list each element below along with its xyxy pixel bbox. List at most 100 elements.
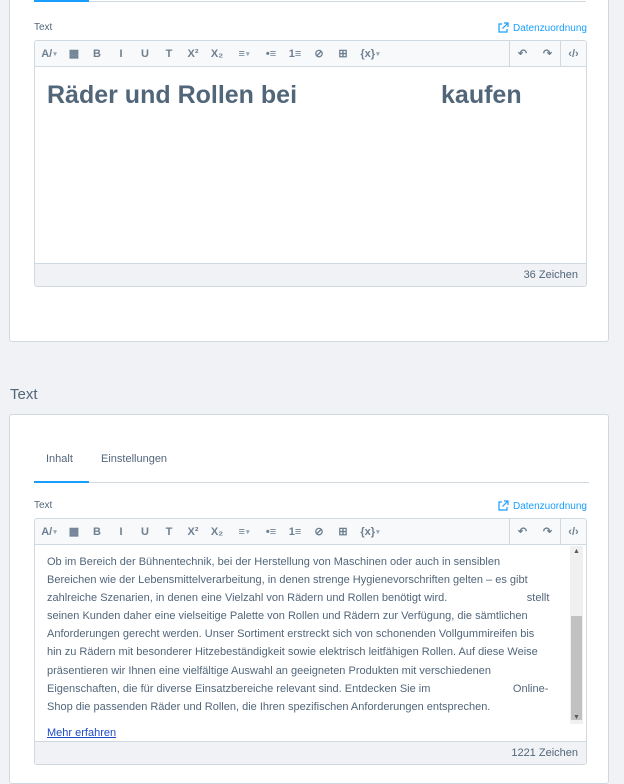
link-button[interactable]: ⊘: [307, 519, 331, 545]
undo-button[interactable]: ↶: [510, 41, 535, 67]
code-snippet-button[interactable]: {x} ▾: [355, 519, 385, 545]
superscript-button[interactable]: X²: [181, 519, 205, 545]
field-label: Text: [34, 500, 53, 511]
align-button[interactable]: ≡ ▾: [229, 41, 259, 67]
unordered-list-icon: •≡: [265, 47, 277, 60]
table-icon: ⊞: [338, 48, 348, 60]
editor-content[interactable]: Räder und Rollen bei kaufen: [47, 81, 522, 110]
code-snippet-button[interactable]: {x} ▾: [355, 41, 385, 67]
align-icon: ≡: [238, 525, 245, 538]
redo-button[interactable]: ↷: [535, 41, 560, 67]
strikethrough-button[interactable]: T: [157, 519, 181, 545]
code-snippet-icon: {x}: [360, 47, 376, 60]
link-button[interactable]: ⊘: [307, 41, 331, 67]
ordered-list-button[interactable]: 1≡: [283, 519, 307, 545]
heading-text-part1: Räder und Rollen bei: [47, 81, 298, 109]
ordered-list-button[interactable]: 1≡: [283, 41, 307, 67]
text-card: Inhalt Einstellungen Text Datenzuordnung…: [9, 414, 609, 784]
subscript-button[interactable]: X₂: [205, 41, 229, 67]
link-icon: ⊘: [314, 48, 324, 60]
italic-icon: I: [119, 47, 123, 60]
content-line: seinen Kunden daher eine vielseitige Pal…: [47, 610, 528, 623]
toolbar-right-group: ↶ ↷ ‹/›: [509, 519, 586, 545]
rich-text-editor[interactable]: A/▾ ▩ B I U T X² X₂ ≡ ▾ •≡ 1≡ ⊘ ⊞ {x} ▾ ↶ ↷ ‹/› Räder und …: [34, 40, 587, 287]
active-tab-indicator: [34, 0, 89, 2]
italic-icon: I: [119, 525, 123, 538]
table-button[interactable]: ⊞: [331, 41, 355, 67]
superscript-button[interactable]: X²: [181, 41, 205, 67]
code-view-icon: ‹/›: [568, 47, 579, 60]
content-line: zahlreiche Szenarien, in denen eine Viel…: [47, 592, 550, 605]
section-title: Text: [10, 386, 38, 403]
text-style-icon: A/: [41, 525, 53, 538]
bold-button[interactable]: B: [85, 519, 109, 545]
content-line: Ob im Bereich der Bühnentechnik, bei der…: [47, 556, 501, 568]
bold-icon: B: [93, 47, 101, 60]
italic-button[interactable]: I: [109, 41, 133, 67]
underline-button[interactable]: U: [133, 519, 157, 545]
superscript-icon: X²: [187, 47, 199, 60]
chevron-down-icon: ▾: [53, 528, 57, 536]
code-view-icon: ‹/›: [568, 525, 579, 538]
background-color-button[interactable]: ▩: [63, 519, 85, 545]
background-color-button[interactable]: ▩: [63, 41, 85, 67]
editor-content[interactable]: Ob im Bereich der Bühnentechnik, bei der…: [47, 553, 550, 716]
table-button[interactable]: ⊞: [331, 519, 355, 545]
undo-button[interactable]: ↶: [510, 519, 535, 545]
code-view-button[interactable]: ‹/›: [561, 41, 586, 67]
redo-button[interactable]: ↷: [535, 519, 560, 545]
more-link[interactable]: Mehr erfahren: [47, 727, 116, 739]
data-mapping-link[interactable]: Datenzuordnung: [497, 500, 587, 512]
underline-button[interactable]: U: [133, 41, 157, 67]
chevron-down-icon: ▾: [53, 50, 57, 58]
scroll-down-icon[interactable]: ▼: [570, 712, 583, 724]
strikethrough-icon: T: [165, 525, 173, 538]
content-line: Eigenschaften, die für diverse Einsatzbe…: [47, 682, 549, 695]
align-icon: ≡: [238, 47, 245, 60]
content-line: hin zu Rädern mit besonderer Hitzebestän…: [47, 646, 538, 659]
ordered-list-icon: 1≡: [288, 47, 302, 60]
bold-button[interactable]: B: [85, 41, 109, 67]
unordered-list-icon: •≡: [265, 525, 277, 538]
subscript-button[interactable]: X₂: [205, 519, 229, 545]
strikethrough-icon: T: [165, 47, 173, 60]
italic-button[interactable]: I: [109, 519, 133, 545]
background-color-icon: ▩: [68, 526, 80, 538]
scrollbar-thumb[interactable]: [571, 616, 582, 720]
data-mapping-link[interactable]: Datenzuordnung: [497, 22, 587, 34]
content-line: Shop die passenden Räder und Rollen, die…: [47, 700, 491, 713]
tab-inhalt[interactable]: Inhalt: [46, 453, 73, 465]
text-style-button[interactable]: A/▾: [35, 41, 63, 67]
underline-icon: U: [141, 47, 149, 60]
external-edit-icon: [498, 22, 509, 33]
strikethrough-button[interactable]: T: [157, 41, 181, 67]
heading-text-part2: kaufen: [441, 81, 522, 109]
scrollbar[interactable]: ▲ ▼: [570, 546, 583, 724]
align-button[interactable]: ≡ ▾: [229, 519, 259, 545]
chevron-down-icon: ▾: [376, 50, 380, 58]
unordered-list-button[interactable]: •≡: [259, 41, 283, 67]
active-tab-indicator: [34, 481, 89, 483]
toolbar-right-group: ↶ ↷ ‹/›: [509, 41, 586, 67]
undo-icon: ↶: [517, 526, 528, 538]
text-style-icon: A/: [41, 47, 53, 60]
editor-toolbar: A/▾ ▩ B I U T X² X₂ ≡ ▾ •≡ 1≡ ⊘ ⊞ {x} ▾ ↶ ↷ ‹/›: [35, 41, 586, 67]
scroll-up-icon[interactable]: ▲: [570, 546, 583, 558]
subscript-icon: X₂: [210, 525, 224, 538]
code-view-button[interactable]: ‹/›: [561, 519, 586, 545]
content-line: Bereichen wie der Lebensmittelverarbeitu…: [47, 574, 528, 587]
unordered-list-button[interactable]: •≡: [259, 519, 283, 545]
tab-einstellungen[interactable]: Einstellungen: [101, 453, 167, 465]
tab-underline: [34, 1, 586, 2]
external-edit-icon: [498, 500, 509, 511]
rich-text-editor[interactable]: A/▾ ▩ B I U T X² X₂ ≡ ▾ •≡ 1≡ ⊘ ⊞ {x} ▾ ↶ ↷ ‹/› Ob im Bere…: [34, 518, 587, 765]
redo-icon: ↷: [542, 48, 553, 60]
redo-icon: ↷: [542, 526, 553, 538]
chevron-down-icon: ▾: [245, 50, 250, 58]
chevron-down-icon: ▾: [245, 528, 250, 536]
tab-bar: Inhalt Einstellungen: [34, 445, 589, 483]
text-style-button[interactable]: A/▾: [35, 519, 63, 545]
superscript-icon: X²: [187, 525, 199, 538]
chevron-down-icon: ▾: [376, 528, 380, 536]
subscript-icon: X₂: [210, 47, 224, 60]
